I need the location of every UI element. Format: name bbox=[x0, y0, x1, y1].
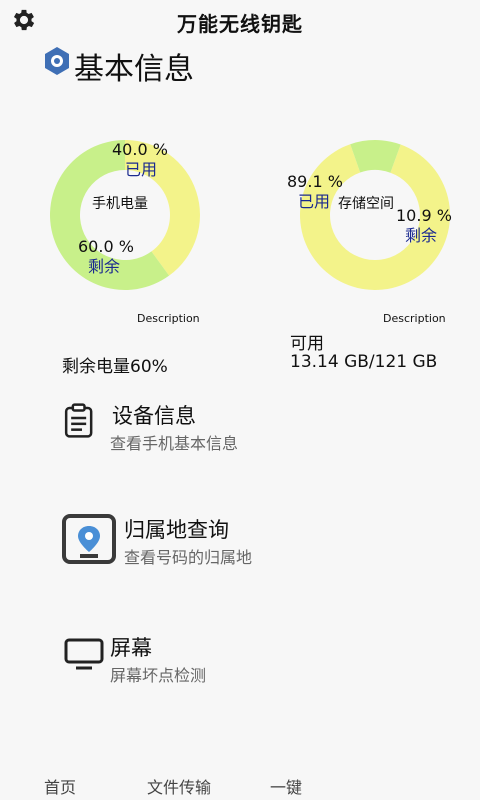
menu-title-device-info: 设备信息 bbox=[112, 404, 196, 428]
battery-description: Description bbox=[137, 312, 200, 325]
battery-remain-label: 剩余 bbox=[88, 257, 121, 276]
tab-bar-fade bbox=[300, 760, 480, 800]
menu-title-screen: 屏幕 bbox=[110, 636, 152, 660]
section-title: 基本信息 bbox=[74, 52, 194, 87]
menu-subtitle-screen: 屏幕坏点检测 bbox=[110, 666, 207, 685]
info-hexagon-icon bbox=[45, 47, 69, 75]
storage-available-label: 可用 bbox=[290, 334, 324, 354]
menu-item-screen[interactable]: 屏幕 屏幕坏点检测 bbox=[60, 632, 460, 702]
storage-used-label: 已用 bbox=[298, 192, 331, 211]
battery-center-label: 手机电量 bbox=[92, 196, 148, 212]
menu-subtitle-location-lookup: 查看号码的归属地 bbox=[124, 548, 253, 567]
tab-home[interactable]: 首页 bbox=[44, 774, 76, 798]
tab-one-key[interactable]: 一键 bbox=[270, 774, 302, 798]
battery-used-percent: 40.0 % bbox=[112, 140, 168, 159]
storage-description: Description bbox=[383, 312, 446, 325]
battery-summary: 剩余电量60% bbox=[62, 357, 168, 377]
storage-used-percent: 89.1 % bbox=[287, 172, 343, 191]
menu-subtitle-device-info: 查看手机基本信息 bbox=[110, 434, 239, 453]
storage-remain-label: 剩余 bbox=[405, 226, 438, 245]
monitor-icon bbox=[64, 638, 104, 670]
menu-item-device-info[interactable]: 设备信息 查看手机基本信息 bbox=[60, 400, 460, 470]
battery-remain-percent: 60.0 % bbox=[78, 237, 134, 256]
tab-file-transfer[interactable]: 文件传输 bbox=[147, 774, 211, 798]
menu-item-location-lookup[interactable]: 归属地查询 查看号码的归属地 bbox=[60, 514, 460, 584]
location-pin-icon bbox=[62, 514, 116, 564]
app-title: 万能无线钥匙 bbox=[177, 12, 303, 36]
bottom-tab-bar: 首页 文件传输 一键 bbox=[0, 760, 480, 800]
battery-used-label: 已用 bbox=[125, 160, 158, 179]
clipboard-icon bbox=[64, 403, 93, 438]
storage-remain-percent: 10.9 % bbox=[396, 206, 452, 225]
storage-summary-value: 13.14 GB/121 GB bbox=[290, 352, 438, 372]
storage-center-label: 存储空间 bbox=[338, 196, 394, 212]
menu-title-location-lookup: 归属地查询 bbox=[124, 518, 229, 542]
